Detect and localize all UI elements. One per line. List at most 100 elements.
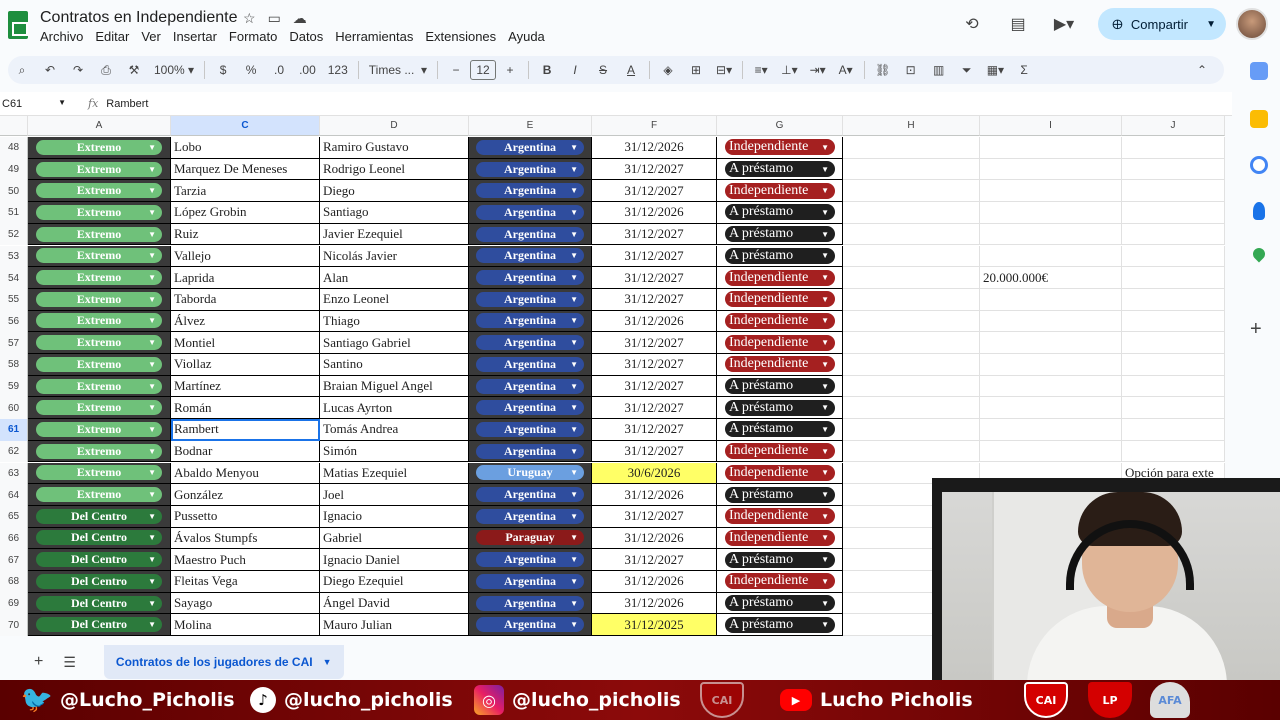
notes-cell[interactable] [1122,202,1225,224]
release-clause-cell[interactable] [980,137,1122,159]
menu-formato[interactable]: Formato [229,29,277,44]
position-cell[interactable]: Extremo ▼ [28,462,171,485]
calendar-icon[interactable] [1250,62,1268,80]
empty-cell[interactable] [843,375,980,398]
menu-herramientas[interactable]: Herramientas [335,29,413,44]
name-cell[interactable]: Santiago [320,202,469,224]
cloud-icon[interactable]: ☁ [293,10,307,27]
position-chip[interactable]: Extremo ▼ [36,421,162,437]
row-number[interactable]: 55 [0,288,28,311]
position-chip[interactable]: Extremo ▼ [36,378,162,394]
notes-cell[interactable] [1122,288,1225,311]
column-header-f[interactable]: F [592,116,717,136]
filter-icon[interactable]: ⏷ [959,63,975,78]
contacts-icon[interactable] [1253,202,1265,220]
sheet-tab[interactable]: Contratos de los jugadores de CAI ▼ [103,645,344,679]
text-rotation-icon[interactable]: A▾ [838,63,854,77]
share-button[interactable]: 🜨 Compartir ▼ [1098,8,1226,40]
notes-cell[interactable] [1122,223,1225,246]
release-clause-cell[interactable] [980,332,1122,354]
row-number[interactable]: 64 [0,484,28,506]
status-chip[interactable]: Independiente ▼ [725,529,835,546]
menu-editar[interactable]: Editar [95,29,129,44]
folder-move-icon[interactable]: ▭ [268,10,281,27]
position-chip[interactable]: Extremo ▼ [36,400,162,416]
country-cell[interactable]: Argentina ▼ [469,592,592,615]
surname-cell[interactable]: Abaldo Menyou [171,462,320,485]
country-cell[interactable]: Argentina ▼ [469,375,592,398]
name-cell[interactable]: Ignacio [320,505,469,528]
position-cell[interactable]: Extremo ▼ [28,137,171,159]
position-cell[interactable]: Extremo ▼ [28,332,171,354]
status-chip[interactable]: Independiente ▼ [725,334,835,351]
contract-date-cell[interactable]: 31/12/2027 [592,419,717,441]
row-number[interactable]: 65 [0,505,28,528]
row-number[interactable]: 68 [0,571,28,593]
number-format-button[interactable]: 123 [328,63,348,77]
borders-icon[interactable]: ⊞ [688,63,704,77]
status-chip[interactable]: A préstamo ▼ [725,226,835,243]
align-vertical-icon[interactable]: ⊥▾ [781,63,797,77]
country-chip[interactable]: Argentina ▼ [476,270,584,286]
surname-cell[interactable]: Marquez De Meneses [171,158,320,181]
empty-cell[interactable] [843,137,980,159]
bold-icon[interactable]: B [539,63,555,77]
status-chip[interactable]: A préstamo ▼ [725,399,835,416]
country-cell[interactable]: Argentina ▼ [469,332,592,354]
font-size-increase-button[interactable]: + [502,63,518,77]
column-header-c[interactable]: C [171,116,320,136]
country-chip[interactable]: Argentina ▼ [476,204,584,220]
status-chip[interactable]: Independiente ▼ [725,356,835,373]
menu-ayuda[interactable]: Ayuda [508,29,545,44]
row-number[interactable]: 70 [0,614,28,636]
status-cell[interactable]: Independiente ▼ [717,505,843,528]
surname-cell[interactable]: Román [171,397,320,420]
contract-date-cell[interactable]: 31/12/2025 [592,614,717,636]
add-sheet-icon[interactable]: + [34,653,43,671]
country-chip[interactable]: Uruguay ▼ [476,465,584,481]
position-chip[interactable]: Extremo ▼ [36,183,162,199]
name-cell[interactable]: Ignacio Daniel [320,549,469,571]
surname-cell[interactable]: Martínez [171,375,320,398]
name-cell[interactable]: Simón [320,440,469,463]
status-chip[interactable]: Independiente ▼ [725,464,835,481]
surname-cell[interactable]: Álvez [171,310,320,333]
tasks-icon[interactable] [1250,156,1268,174]
status-chip[interactable]: A préstamo ▼ [725,204,835,221]
name-cell[interactable]: Tomás Andrea [320,419,469,441]
position-chip[interactable]: Extremo ▼ [36,139,162,155]
country-chip[interactable]: Argentina ▼ [476,573,584,589]
contract-date-cell[interactable]: 31/12/2027 [592,180,717,203]
contract-date-cell[interactable]: 31/12/2027 [592,288,717,311]
country-cell[interactable]: Argentina ▼ [469,505,592,528]
surname-cell[interactable]: Vallejo [171,245,320,268]
row-number[interactable]: 60 [0,397,28,420]
contract-date-cell[interactable]: 31/12/2026 [592,484,717,506]
zoom-select[interactable]: 100% ▾ [154,63,194,77]
status-chip[interactable]: A préstamo ▼ [725,616,835,633]
contract-date-cell[interactable]: 31/12/2026 [592,571,717,593]
status-chip[interactable]: A préstamo ▼ [725,161,835,178]
status-cell[interactable]: A préstamo ▼ [717,397,843,420]
empty-cell[interactable] [843,223,980,246]
notes-cell[interactable] [1122,310,1225,333]
contract-date-cell[interactable]: 31/12/2027 [592,505,717,528]
increase-decimal-button[interactable]: .00 [299,63,316,77]
country-chip[interactable]: Argentina ▼ [476,400,584,416]
position-chip[interactable]: Del Centro ▼ [36,617,162,633]
empty-cell[interactable] [843,288,980,311]
country-chip[interactable]: Argentina ▼ [476,552,584,568]
position-chip[interactable]: Extremo ▼ [36,313,162,329]
name-cell[interactable]: Mauro Julian [320,614,469,636]
contract-date-cell[interactable]: 31/12/2027 [592,245,717,268]
status-chip[interactable]: Independiente ▼ [725,269,835,286]
position-cell[interactable]: Extremo ▼ [28,288,171,311]
name-cell[interactable]: Joel [320,484,469,506]
row-number[interactable]: 62 [0,440,28,463]
notes-cell[interactable] [1122,158,1225,181]
status-cell[interactable]: Independiente ▼ [717,310,843,333]
position-cell[interactable]: Extremo ▼ [28,484,171,506]
name-cell[interactable]: Santiago Gabriel [320,332,469,354]
notes-cell[interactable] [1122,440,1225,463]
row-number[interactable]: 49 [0,158,28,181]
